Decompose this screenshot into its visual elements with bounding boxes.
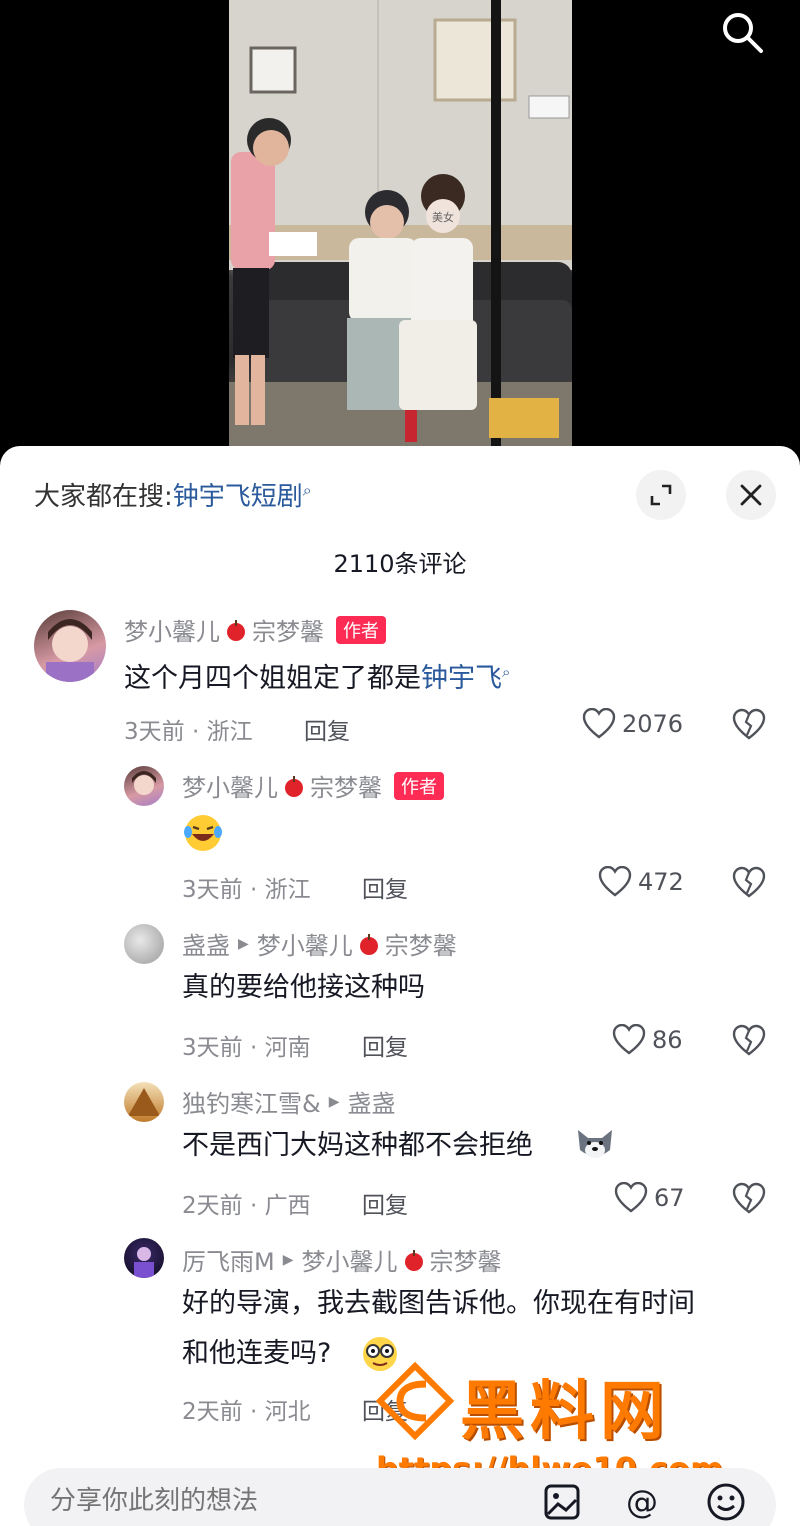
comment-text-line1: 好的导演，我去截图告诉他。你现在有时间 [182,1288,695,1319]
svg-text:@: @ [626,1483,658,1521]
comment-text-line2: 和他连麦吗? [182,1338,332,1369]
image-icon[interactable] [540,1480,584,1524]
comment-text: 真的要给他接这种吗 [182,972,425,1003]
comment-text: 不是西门大妈这种都不会拒绝 [182,1122,533,1170]
avatar-image [134,1247,154,1278]
at-icon[interactable]: @ [620,1480,664,1524]
apple-emoji-icon [404,1249,423,1271]
video-player[interactable]: 美女 [0,0,800,462]
avatar[interactable] [124,1238,164,1278]
broken-heart-icon[interactable] [732,1182,766,1216]
comment-panel: 大家都在搜:钟宇飞短剧⌕ 2110条评论 梦小馨儿 宗梦馨 作者 这个月四个姐姐… [0,446,800,1526]
comment-username[interactable]: 独钓寒江雪& ▶ 盏盏 [182,1084,396,1119]
avatar[interactable] [124,766,164,806]
comment-time-location: 2天前 · 河北 [182,1399,311,1425]
username-suffix: 宗梦馨 [252,618,324,646]
close-button[interactable] [726,470,776,520]
comment-username[interactable]: 厉飞雨M ▶ 梦小馨儿 宗梦馨 [182,1242,502,1277]
reply-to-suffix: 宗梦馨 [429,1248,502,1276]
comment-text-main: 不是西门大妈这种都不会拒绝 [182,1130,533,1161]
username-text: 梦小馨儿 [124,618,220,646]
expand-icon [650,484,672,506]
hot-search-prefix: 大家都在搜: [34,482,173,512]
hot-search-keyword[interactable]: 钟宇飞短剧 [173,482,303,512]
reply-button[interactable]: 回复 [362,1028,408,1062]
comment-input-bar: @ [24,1468,776,1526]
video-frame: 美女 [229,0,572,462]
hot-search-bar[interactable]: 大家都在搜:钟宇飞短剧⌕ [34,476,312,513]
like-button[interactable]: 2076 [582,708,683,740]
comment-item: 梦小馨儿 宗梦馨 作者 这个月四个姐姐定了都是钟宇飞⌕ 3天前 · 浙江 回复 … [0,606,800,756]
broken-heart-icon[interactable] [732,866,766,900]
avatar[interactable] [34,610,106,682]
comment-text: 这个月四个姐姐定了都是钟宇飞⌕ [124,648,510,703]
small-search-icon: ⌕ [502,663,511,681]
comment-text-main: 这个月四个姐姐定了都是 [124,663,421,694]
avatar-image [132,771,156,795]
svg-text:美女: 美女 [432,210,454,224]
reply-to-username: 盏盏 [347,1090,396,1118]
reply-item: 独钓寒江雪& ▶ 盏盏 不是西门大妈这种都不会拒绝 2天前 · 广西 回复 67 [0,1080,800,1230]
apple-emoji-icon [359,933,378,955]
reply-to-suffix: 宗梦馨 [384,932,457,960]
laughing-crying-emoji-icon [184,815,222,851]
author-badge: 作者 [394,771,444,800]
like-button[interactable]: 472 [598,866,684,898]
broken-heart-icon[interactable] [732,708,766,742]
video-scene-image: 美女 [229,0,572,462]
username-text: 独钓寒江雪& [182,1090,321,1118]
reply-button[interactable]: 回复 [362,870,408,904]
reply-item: 厉飞雨M ▶ 梦小馨儿 宗梦馨 好的导演，我去截图告诉他。你现在有时间 和他连麦… [0,1238,800,1438]
avatar[interactable] [124,924,164,964]
comment-username[interactable]: 梦小馨儿 宗梦馨 作者 [124,612,386,647]
reply-button[interactable]: 回复 [362,1186,408,1220]
apple-emoji-icon [285,775,303,797]
heart-icon [598,866,632,897]
reply-item: 梦小馨儿 宗梦馨 作者 3天前 · 浙江 回复 472 [0,764,800,914]
reply-arrow-icon: ▶ [282,1251,294,1268]
comment-time-location: 3天前 · 河南 [182,1035,311,1061]
expand-button[interactable] [636,470,686,520]
like-count: 67 [654,1184,685,1212]
comment-time-location: 3天前 · 浙江 [124,719,253,745]
avatar-image [128,1088,160,1116]
like-count: 2076 [622,710,684,738]
username-text: 盏盏 [182,932,230,960]
small-search-icon: ⌕ [302,480,312,500]
like-button[interactable]: 86 [612,1024,683,1056]
comment-time-location: 2天前 · 广西 [182,1193,311,1219]
avatar[interactable] [124,1082,164,1122]
username-suffix: 宗梦馨 [310,774,382,802]
author-badge: 作者 [336,615,386,644]
comment-username[interactable]: 盏盏 ▶ 梦小馨儿 宗梦馨 [182,926,457,961]
nerd-emoji-icon [363,1337,397,1371]
username-text: 厉飞雨M [182,1248,275,1276]
comment-count: 2110条评论 [333,550,467,578]
comment-time-location: 3天前 · 浙江 [182,877,311,903]
reply-button[interactable]: 回复 [304,712,350,746]
emoji-icon[interactable] [704,1480,748,1524]
comment-input[interactable] [50,1485,490,1516]
like-count: 472 [638,868,684,896]
broken-heart-icon[interactable] [732,1024,766,1058]
close-icon [740,484,762,506]
avatar-image [46,619,94,682]
reply-item: 盏盏 ▶ 梦小馨儿 宗梦馨 真的要给他接这种吗 3天前 · 河南 回复 86 [0,922,800,1072]
reply-to-username: 梦小馨儿 [301,1248,398,1276]
heart-icon [612,1024,646,1055]
heart-icon [582,708,616,739]
reply-arrow-icon: ▶ [238,935,249,952]
husky-emoji-icon [578,1130,612,1158]
comment-username[interactable]: 梦小馨儿 宗梦馨 作者 [182,768,444,803]
apple-emoji-icon [227,619,245,641]
search-icon[interactable] [718,8,766,56]
reply-button[interactable]: 回复 [362,1392,408,1426]
username-text: 梦小馨儿 [182,774,278,802]
comment-text-keyword[interactable]: 钟宇飞 [421,663,502,694]
like-count: 86 [652,1026,683,1054]
reply-arrow-icon: ▶ [328,1093,340,1110]
reply-to-username: 梦小馨儿 [256,932,353,960]
like-button[interactable]: 67 [614,1182,685,1214]
heart-icon [614,1182,648,1213]
